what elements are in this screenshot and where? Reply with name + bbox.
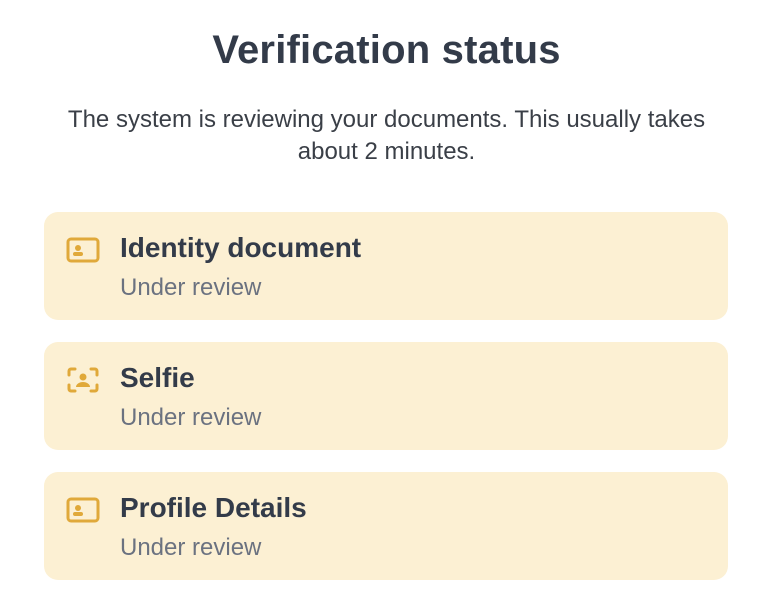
page-title: Verification status [212, 28, 561, 72]
verification-item-status: Under review [120, 274, 262, 301]
verification-item-title: Identity document [120, 232, 362, 263]
page-subtitle: The system is reviewing your documents. … [67, 106, 706, 165]
verification-item-title: Profile Details [120, 492, 307, 523]
verification-item-status: Under review [120, 404, 262, 431]
verification-item-profile-details[interactable]: Profile Details Under review [44, 472, 728, 580]
verification-item-status: Under review [120, 534, 262, 561]
id-card-icon [66, 237, 100, 263]
verification-item-title: Selfie [120, 362, 195, 393]
id-card-icon [66, 497, 100, 523]
face-scan-icon [67, 367, 99, 393]
verification-item-selfie[interactable]: Selfie Under review [44, 342, 728, 450]
verification-item-identity-document[interactable]: Identity document Under review [44, 212, 728, 320]
verification-items-list: Identity document Under review Selfie Un… [44, 212, 728, 602]
